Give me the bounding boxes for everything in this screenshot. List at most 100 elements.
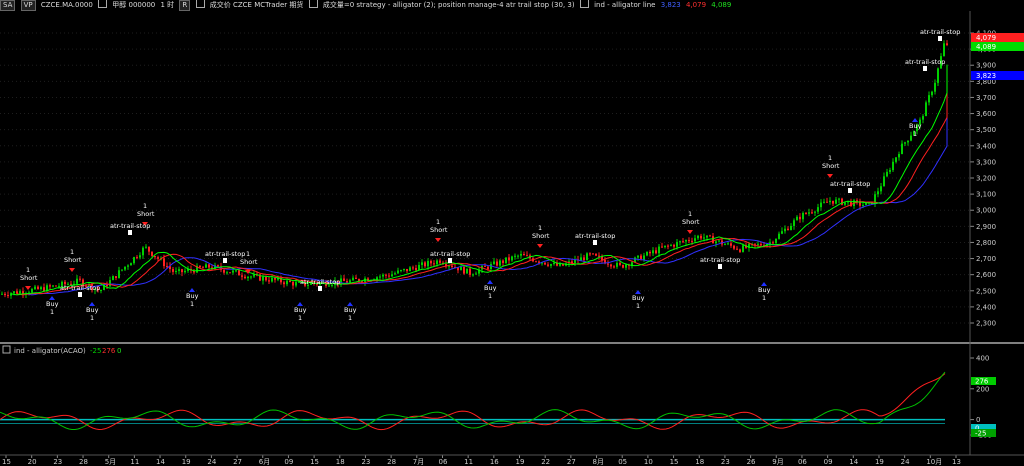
candle-body <box>697 235 699 239</box>
date-tick-label: 27 <box>567 458 576 466</box>
lips-line <box>10 64 948 296</box>
price-tick-label: 2,600 <box>976 271 996 279</box>
candle-body <box>37 286 39 290</box>
buy-qty: 1 <box>90 314 94 322</box>
stop-label: atr-trail-stop <box>60 284 100 292</box>
candle-body <box>412 267 414 269</box>
candle-body <box>802 212 804 220</box>
short-arrow <box>687 230 693 234</box>
candle-body <box>247 276 249 279</box>
candle-body <box>781 231 783 234</box>
buy-qty: 1 <box>488 292 492 300</box>
candle-body <box>208 264 210 268</box>
candle-body <box>787 228 789 231</box>
buy-label: Buy <box>484 284 497 292</box>
candle-body <box>502 260 504 263</box>
lower-pane-value-3: 0 <box>117 347 121 355</box>
stop-marker <box>78 292 82 297</box>
indicator-lines <box>0 371 946 431</box>
candle-body <box>703 237 705 239</box>
buy-label: Buy <box>86 306 99 314</box>
candle-body <box>793 220 795 226</box>
price-tick-label: 2,300 <box>976 320 996 328</box>
candle-body <box>772 242 774 244</box>
lower-pane-checkbox[interactable] <box>2 345 11 354</box>
candle-body <box>715 241 717 244</box>
candle-body <box>889 170 891 172</box>
date-tick-label: 09 <box>824 458 833 466</box>
candle-body <box>1 293 3 295</box>
short-qty: 1 <box>246 250 250 258</box>
short-label: Short <box>532 232 550 240</box>
candle-body <box>121 269 123 271</box>
buy-label: Buy <box>344 306 357 314</box>
short-label: Short <box>64 256 82 264</box>
date-tick-label: 15 <box>310 458 319 466</box>
candle-body <box>895 157 897 162</box>
candle-body <box>646 251 648 256</box>
candle-body <box>790 225 792 231</box>
candle-body <box>805 212 807 214</box>
candle-body <box>898 154 900 158</box>
short-label: Short <box>137 210 155 218</box>
candle-body <box>181 269 183 273</box>
candle-body <box>244 276 246 279</box>
candle-body <box>622 264 624 268</box>
candle-body <box>592 253 594 255</box>
candle-body <box>811 212 813 214</box>
stop-label: atr-trail-stop <box>575 232 615 240</box>
short-label: Short <box>20 274 38 282</box>
candle-body <box>796 216 798 221</box>
date-tick-label: 9月 <box>772 458 783 466</box>
date-tick-label: 20 <box>28 458 37 466</box>
candle-body <box>157 257 159 259</box>
candle-body <box>625 264 627 268</box>
candle-body <box>223 269 225 273</box>
candle-body <box>508 257 510 261</box>
candle-body <box>16 291 18 294</box>
candle-body <box>760 243 762 246</box>
buy-qty: 1 <box>636 302 640 310</box>
candle-body <box>499 260 501 266</box>
date-tick-label: 10 <box>644 458 653 466</box>
candle-body <box>685 240 687 242</box>
stop-marker <box>593 240 597 245</box>
candle-body <box>754 243 756 245</box>
candle-body <box>586 253 588 261</box>
date-tick-label: 18 <box>336 458 345 466</box>
date-tick-label: 26 <box>747 458 756 466</box>
stop-marker <box>223 258 227 263</box>
date-tick-label: 18 <box>695 458 704 466</box>
osc-green-line <box>0 371 946 430</box>
short-label: Short <box>240 258 258 266</box>
price-tick-label: 3,400 <box>976 142 996 150</box>
candle-body <box>439 260 441 263</box>
candle-body <box>733 245 735 249</box>
candle-body <box>271 277 273 282</box>
candle-body <box>682 241 684 243</box>
candle-body <box>559 263 561 266</box>
candle-body <box>136 257 138 259</box>
grid-lines <box>0 32 970 324</box>
candle-body <box>493 261 495 264</box>
candle-body <box>931 91 933 96</box>
stop-marker <box>128 230 132 235</box>
candle-body <box>130 263 132 266</box>
candle-body <box>928 95 930 103</box>
candle-body <box>163 258 165 267</box>
candle-body <box>352 277 354 281</box>
chart-canvas[interactable]: Buy1 Buy1Buy1Buy1Buy1Buy1 Buy1Buy1Buy11Sho… <box>0 0 1024 466</box>
candle-body <box>634 257 636 263</box>
candle-body <box>469 268 471 275</box>
candle-body <box>472 274 474 276</box>
candle-body <box>361 281 363 283</box>
candle-body <box>589 253 591 255</box>
price-tick-label: 3,100 <box>976 191 996 199</box>
candle-body <box>202 267 204 269</box>
lower-pane-value-1: -25 <box>90 347 101 355</box>
candle-body <box>127 265 129 267</box>
candle-body <box>892 161 894 171</box>
stop-label: atr-trail-stop <box>430 250 470 258</box>
candle-body <box>814 211 816 213</box>
buy-qty: 1 <box>762 294 766 302</box>
